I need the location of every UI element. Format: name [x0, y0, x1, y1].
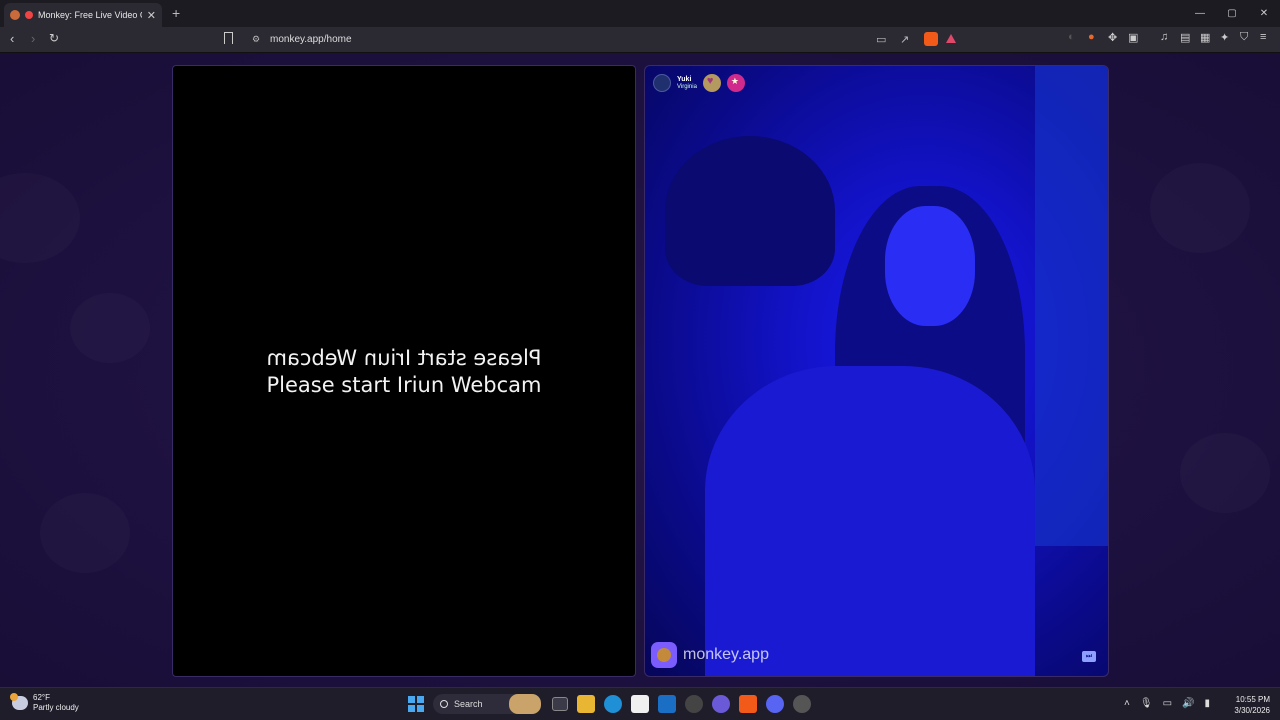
taskbar-apps: Search — [408, 694, 811, 714]
network-icon[interactable]: ▭ — [1163, 698, 1172, 709]
page-content: Please start Iriun Webcam Please start I… — [0, 53, 1280, 687]
partner-location: Virginia — [677, 83, 697, 90]
heart-badge-icon[interactable] — [702, 74, 721, 92]
back-icon[interactable]: ‹ — [10, 31, 14, 46]
media-icon[interactable]: ♫ — [1160, 31, 1168, 43]
clock-date: 3/30/2026 — [1234, 706, 1270, 715]
background-blob — [70, 293, 150, 363]
screenshot-icon[interactable]: ▣ — [1128, 31, 1138, 44]
site-settings-icon[interactable]: ⚙ — [252, 34, 260, 45]
skip-icon[interactable]: ⏭ — [1082, 651, 1096, 662]
address-bar[interactable]: ⚙ monkey.app/home ▭ ↗ — [216, 29, 966, 51]
wallet-icon[interactable]: ▦ — [1200, 31, 1210, 44]
weather-desc: Partly cloudy — [33, 703, 79, 712]
browser-toolbar: ‹ › ↻ ⚙ monkey.app/home ▭ ↗ ◐ ● ✥ ▣ ♫ ▤ … — [0, 27, 1280, 53]
video-figure-shape — [705, 366, 1035, 676]
edge-icon[interactable] — [604, 695, 622, 713]
video-figure-shape — [665, 136, 835, 286]
weather-icon — [10, 693, 28, 710]
title-bar: Monkey: Free Live Video Chat ✕ + — ▢ ✕ — [0, 0, 1280, 27]
menu-icon[interactable]: ≡ — [1260, 31, 1266, 43]
video-figure-shape — [885, 206, 975, 326]
window-controls: — ▢ ✕ — [1184, 0, 1280, 27]
weather-widget[interactable]: 62°F Partly cloudy — [10, 693, 79, 713]
brave-taskbar-icon[interactable] — [739, 695, 757, 713]
webcam-message-mirrored: Please start Iriun Webcam — [266, 346, 542, 370]
app-icon[interactable] — [793, 695, 811, 713]
search-icon — [440, 700, 448, 708]
local-video-panel: Please start Iriun Webcam Please start I… — [172, 65, 636, 677]
leo-ai-icon[interactable]: ✦ — [1220, 31, 1229, 44]
microphone-icon[interactable]: 🎙 — [1140, 698, 1153, 709]
extension-icon[interactable]: ● — [1088, 31, 1095, 43]
browser-tab[interactable]: Monkey: Free Live Video Chat ✕ — [4, 3, 162, 27]
bookmark-icon[interactable] — [224, 32, 233, 44]
close-window-button[interactable]: ✕ — [1248, 0, 1280, 27]
remote-video-panel: Yuki Virginia monkey.app ⏭ — [644, 65, 1109, 677]
share-icon[interactable]: ↗ — [900, 33, 909, 46]
partner-info[interactable]: Yuki Virginia — [653, 74, 745, 92]
vpn-icon[interactable]: ⛉ — [1240, 31, 1248, 44]
puzzle-icon[interactable]: ✥ — [1108, 31, 1117, 44]
gift-badge-icon[interactable] — [726, 74, 745, 92]
background-blob — [1180, 433, 1270, 513]
reload-icon[interactable]: ↻ — [49, 31, 59, 45]
discord-icon[interactable] — [766, 695, 784, 713]
maximize-button[interactable]: ▢ — [1216, 0, 1248, 27]
new-tab-button[interactable]: + — [172, 5, 180, 21]
forward-icon[interactable]: › — [31, 31, 35, 46]
partner-name: Yuki — [677, 75, 692, 83]
file-explorer-icon[interactable] — [577, 695, 595, 713]
sidebar-icon[interactable]: ▤ — [1180, 31, 1190, 44]
app-icon[interactable] — [712, 695, 730, 713]
brave-icon — [10, 10, 20, 20]
url-text[interactable]: monkey.app/home — [270, 34, 352, 45]
tab-title: Monkey: Free Live Video Chat — [38, 10, 142, 20]
chevron-up-icon[interactable]: ˄ — [1124, 698, 1130, 709]
windows-start-icon[interactable] — [408, 696, 424, 712]
outlook-icon[interactable] — [658, 695, 676, 713]
system-tray: ˄ 🎙 ▭ 🔊 ▮ — [1124, 698, 1210, 709]
watermark: monkey.app — [651, 642, 769, 668]
task-view-icon[interactable] — [552, 697, 568, 711]
webcam-message: Please start Iriun Webcam — [266, 373, 542, 397]
brave-shields-icon[interactable] — [924, 32, 938, 46]
background-blob — [1150, 163, 1250, 253]
clock[interactable]: 10:55 PM 3/30/2026 — [1234, 694, 1270, 716]
battery-icon[interactable]: ▮ — [1204, 698, 1210, 709]
weather-temp: 62°F — [33, 693, 50, 702]
brave-rewards-icon[interactable] — [946, 34, 956, 43]
store-icon[interactable] — [631, 695, 649, 713]
close-tab-icon[interactable]: ✕ — [147, 9, 156, 22]
cast-icon[interactable]: ▭ — [876, 33, 886, 46]
volume-icon[interactable]: 🔊 — [1182, 698, 1194, 709]
app-icon[interactable] — [685, 695, 703, 713]
background-blob — [0, 173, 80, 263]
extension-icon[interactable]: ◐ — [1068, 31, 1075, 43]
monkey-logo-icon — [651, 642, 677, 668]
avatar[interactable] — [653, 74, 671, 92]
background-blob — [40, 493, 130, 573]
taskbar: 62°F Partly cloudy Search ˄ 🎙 ▭ 🔊 ▮ 10:5… — [0, 687, 1280, 720]
search-highlight-icon — [509, 694, 541, 714]
watermark-text: monkey.app — [683, 646, 769, 663]
video-figure-shape — [1035, 66, 1108, 546]
search-label: Search — [454, 699, 483, 709]
minimize-button[interactable]: — — [1184, 0, 1216, 27]
recording-icon — [25, 11, 33, 19]
taskbar-search[interactable]: Search — [433, 694, 541, 714]
clock-time: 10:55 PM — [1235, 695, 1270, 704]
